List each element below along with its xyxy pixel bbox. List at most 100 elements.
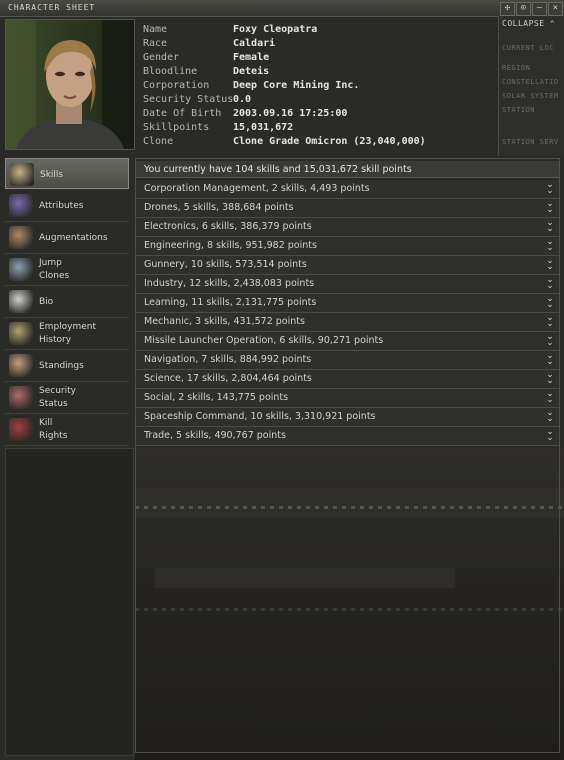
sidebar-item-label: Employment History (39, 321, 96, 347)
info-label: Race (143, 38, 168, 49)
skill-group-label: Spaceship Command, 10 skills, 3,310,921 … (144, 411, 376, 422)
sidebar-item-label: Kill Rights (39, 417, 67, 443)
info-label: Security Status (143, 94, 234, 105)
label-line: Rights (39, 431, 68, 441)
expand-chevron-icon[interactable]: ⌄ ⌄ (544, 314, 556, 329)
location-label: REGION (502, 64, 531, 72)
info-label: Skillpoints (143, 122, 210, 133)
expand-chevron-icon[interactable]: ⌄ ⌄ (544, 295, 556, 310)
jump-clones-icon (9, 258, 33, 281)
sidebar-item-jump-clones[interactable]: Jump Clones (5, 254, 129, 286)
skill-group-row[interactable]: Industry, 12 skills, 2,438,083 points ⌄ ⌄ (136, 275, 559, 294)
location-panel: COLLAPSE ⌃ CURRENT LOC REGION CONSTELLATIO… (498, 16, 564, 156)
label-line: Attributes (39, 201, 84, 211)
sidebar-empty-area (5, 448, 134, 756)
expand-chevron-icon[interactable]: ⌄ ⌄ (544, 390, 556, 405)
sidebar-item-label: Skills (40, 169, 63, 182)
skill-group-row[interactable]: Drones, 5 skills, 388,684 points ⌄ ⌄ (136, 199, 559, 218)
expand-chevron-icon[interactable]: ⌄ ⌄ (544, 257, 556, 272)
expand-chevron-icon[interactable]: ⌄ ⌄ (544, 181, 556, 196)
title-bar[interactable]: CHARACTER SHEET ✣ ⊙ – × (0, 0, 564, 17)
attributes-icon (9, 194, 33, 217)
skill-group-label: Missile Launcher Operation, 6 skills, 90… (144, 335, 384, 346)
info-value: Clone Grade Omicron (23,040,000) (233, 136, 426, 147)
info-value: Deep Core Mining Inc. (233, 80, 360, 91)
expand-chevron-icon[interactable]: ⌄ ⌄ (544, 352, 556, 367)
info-value: 15,031,672 (233, 122, 294, 133)
sidebar-item-kill-rights[interactable]: Kill Rights (5, 414, 129, 446)
sidebar-item-label: Standings (39, 360, 84, 373)
label-line: Augmentations (39, 233, 108, 243)
sidebar-item-employment-history[interactable]: Employment History (5, 318, 129, 350)
label-line: Clones (39, 271, 70, 281)
info-value: Caldari (233, 38, 276, 49)
info-value: Deteis (233, 66, 270, 77)
location-label: SOLAR SYSTEM (502, 92, 559, 100)
expand-chevron-icon[interactable]: ⌄ ⌄ (544, 276, 556, 291)
expand-chevron-icon[interactable]: ⌄ ⌄ (544, 219, 556, 234)
minus-icon[interactable]: – (532, 2, 547, 16)
skill-group-label: Science, 17 skills, 2,804,464 points (144, 373, 312, 384)
info-label: Corporation (143, 80, 210, 91)
sidebar-item-label: Augmentations (39, 232, 108, 245)
close-icon[interactable]: × (548, 2, 563, 16)
sidebar-item-augmentations[interactable]: Augmentations (5, 222, 129, 254)
pin-icon[interactable]: ✣ (500, 2, 515, 16)
skill-group-row[interactable]: Gunnery, 10 skills, 573,514 points ⌄ ⌄ (136, 256, 559, 275)
skill-group-label: Corporation Management, 2 skills, 4,493 … (144, 183, 370, 194)
label-line: Standings (39, 361, 84, 371)
sidebar: Skills Attributes Augmentations Jump Clones B… (5, 158, 129, 448)
expand-chevron-icon[interactable]: ⌄ ⌄ (544, 428, 556, 443)
sidebar-item-label: Bio (39, 296, 53, 309)
location-label: STATION (502, 106, 536, 114)
skill-group-label: Engineering, 8 skills, 951,982 points (144, 240, 317, 251)
collapse-button[interactable]: COLLAPSE ⌃ (502, 19, 555, 28)
label-line: Jump (39, 258, 62, 268)
skill-group-row[interactable]: Engineering, 8 skills, 951,982 points ⌄ ⌄ (136, 237, 559, 256)
sidebar-item-label: Jump Clones (39, 257, 69, 283)
window-title: CHARACTER SHEET (8, 3, 96, 12)
skill-group-label: Electronics, 6 skills, 386,379 points (144, 221, 312, 232)
skill-group-row[interactable]: Science, 17 skills, 2,804,464 points ⌄ ⌄ (136, 370, 559, 389)
info-value: Foxy Cleopatra (233, 24, 318, 35)
expand-chevron-icon[interactable]: ⌄ ⌄ (544, 200, 556, 215)
skill-group-row[interactable]: Social, 2 skills, 143,775 points ⌄ ⌄ (136, 389, 559, 408)
location-label: CURRENT LOC (502, 44, 554, 52)
skill-group-row[interactable]: Trade, 5 skills, 490,767 points ⌄ ⌄ (136, 427, 559, 446)
skill-group-row[interactable]: Learning, 11 skills, 2,131,775 points ⌄ ⌄ (136, 294, 559, 313)
skill-group-row[interactable]: Missile Launcher Operation, 6 skills, 90… (136, 332, 559, 351)
expand-chevron-icon[interactable]: ⌄ ⌄ (544, 333, 556, 348)
chevron-up-icon: ⌃ (549, 19, 556, 28)
skill-group-row[interactable]: Navigation, 7 skills, 884,992 points ⌄ ⌄ (136, 351, 559, 370)
location-label: STATION SERV (502, 138, 559, 146)
sidebar-item-security-status[interactable]: Security Status (5, 382, 129, 414)
expand-chevron-icon[interactable]: ⌄ ⌄ (544, 238, 556, 253)
skill-group-label: Gunnery, 10 skills, 573,514 points (144, 259, 307, 270)
standings-icon (9, 354, 33, 377)
security-status-icon (9, 386, 33, 409)
employment-history-icon (9, 322, 33, 345)
skill-group-row[interactable]: Mechanic, 3 skills, 431,572 points ⌄ ⌄ (136, 313, 559, 332)
skill-group-label: Navigation, 7 skills, 884,992 points (144, 354, 312, 365)
sidebar-item-label: Attributes (39, 200, 83, 213)
expand-chevron-icon[interactable]: ⌄ ⌄ (544, 409, 556, 424)
minimize-icon[interactable]: ⊙ (516, 2, 531, 16)
info-value: 2003.09.16 17:25:00 (233, 108, 348, 119)
sidebar-item-skills[interactable]: Skills (5, 158, 129, 189)
expand-chevron-icon[interactable]: ⌄ ⌄ (544, 371, 556, 386)
skill-group-label: Industry, 12 skills, 2,438,083 points (144, 278, 315, 289)
skill-group-label: Mechanic, 3 skills, 431,572 points (144, 316, 305, 327)
info-value: Female (233, 52, 270, 63)
bio-icon (9, 290, 33, 313)
sidebar-item-attributes[interactable]: Attributes (5, 190, 129, 222)
skills-summary: You currently have 104 skills and 15,031… (136, 161, 559, 178)
skill-group-row[interactable]: Corporation Management, 2 skills, 4,493 … (136, 180, 559, 199)
info-label: Clone (143, 136, 174, 147)
skill-group-label: Social, 2 skills, 143,775 points (144, 392, 289, 403)
skill-group-row[interactable]: Electronics, 6 skills, 386,379 points ⌄ ⌄ (136, 218, 559, 237)
skill-group-row[interactable]: Spaceship Command, 10 skills, 3,310,921 … (136, 408, 559, 427)
sidebar-item-standings[interactable]: Standings (5, 350, 129, 382)
sidebar-item-bio[interactable]: Bio (5, 286, 129, 318)
label-line: Security (39, 386, 76, 396)
info-label: Gender (143, 52, 180, 63)
